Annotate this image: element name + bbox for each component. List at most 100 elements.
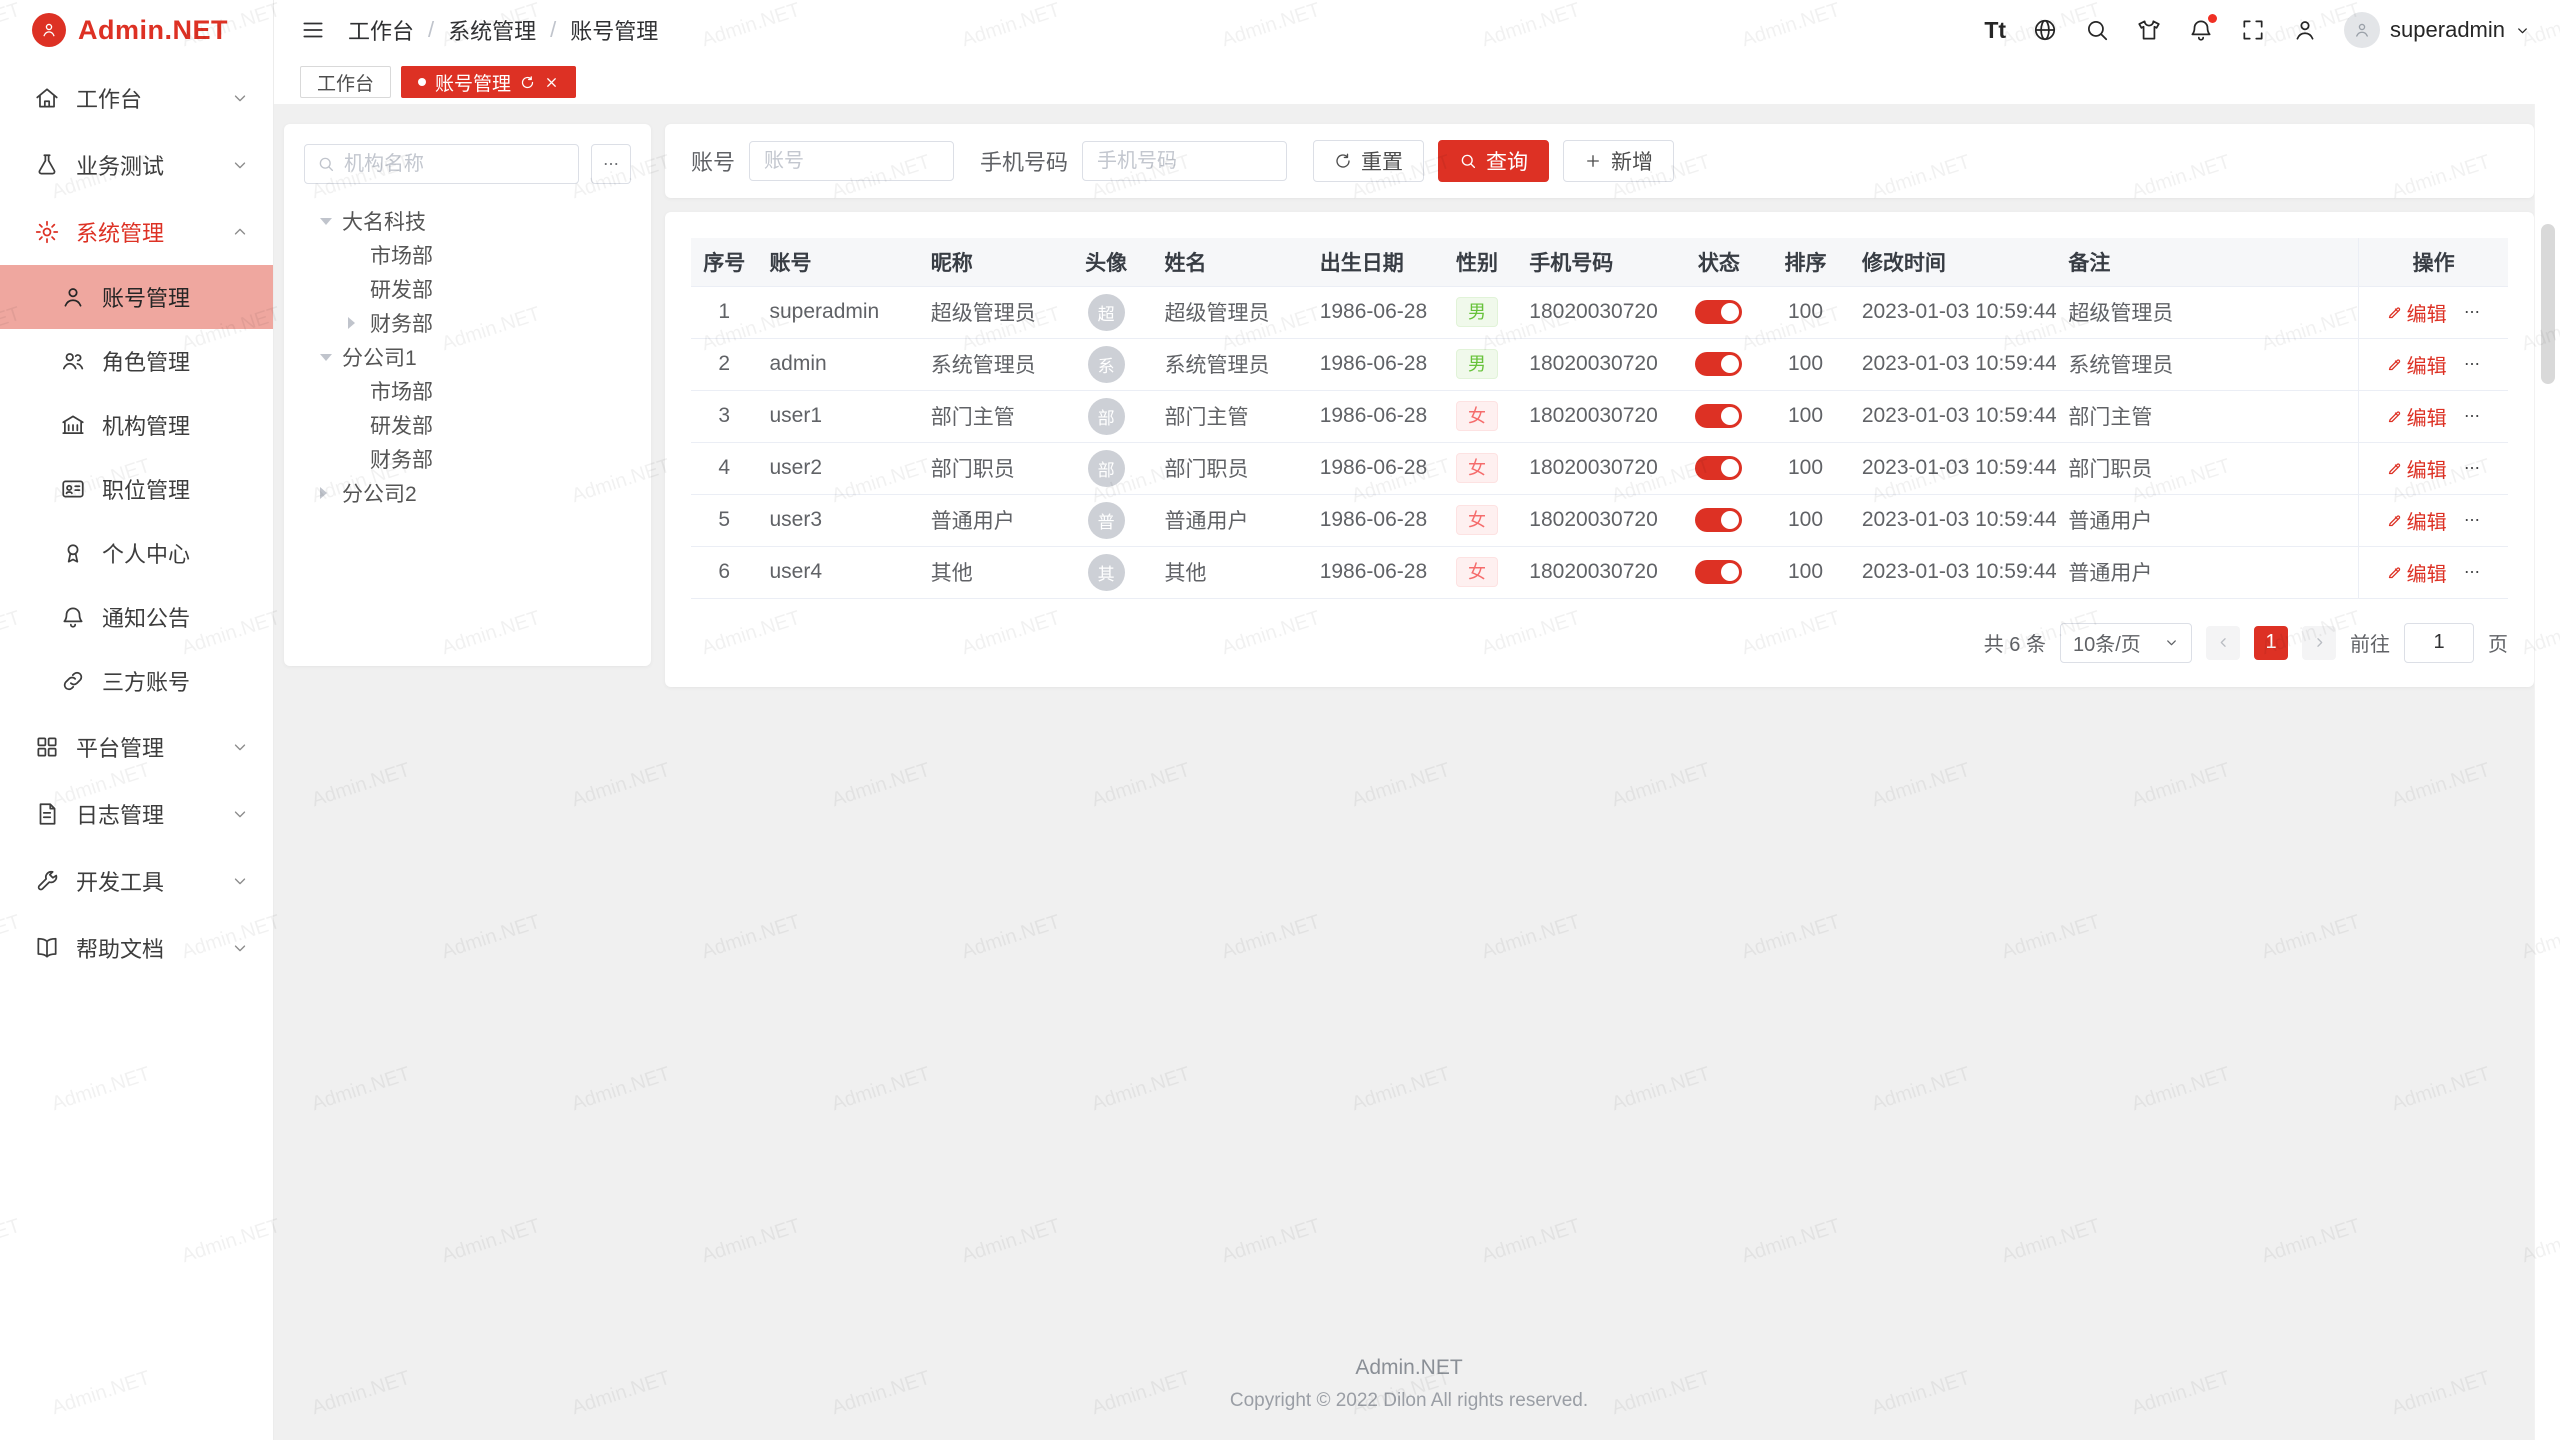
search-icon[interactable]	[2084, 17, 2110, 43]
add-button[interactable]: 新增	[1563, 140, 1674, 182]
sidebar-item-platform-mgmt[interactable]: 平台管理	[0, 713, 273, 780]
org-search-field[interactable]	[304, 144, 579, 184]
notification-icon[interactable]	[2188, 17, 2214, 43]
tree-node[interactable]: 研发部	[304, 272, 631, 306]
status-toggle[interactable]	[1695, 508, 1742, 532]
tab-label: 工作台	[317, 69, 374, 96]
account-input[interactable]	[749, 141, 954, 181]
prev-page-button[interactable]	[2206, 626, 2240, 660]
tree-node[interactable]: 分公司2	[304, 476, 631, 510]
col-status: 状态	[1677, 238, 1762, 286]
sidebar-item-role-mgmt[interactable]: 角色管理	[0, 329, 273, 393]
sidebar-item-label: 角色管理	[102, 345, 190, 377]
sidebar-item-system-mgmt[interactable]: 系统管理	[0, 198, 273, 265]
accounts-table: 序号 账号 昵称 头像 姓名 出生日期 性别 手机号码 状态 排序 修改时间	[691, 238, 2508, 599]
sidebar-item-label: 账号管理	[102, 281, 190, 313]
edit-button[interactable]: 编辑	[2387, 558, 2447, 587]
sidebar-item-notice[interactable]: 通知公告	[0, 585, 273, 649]
tree-node[interactable]: 财务部	[304, 306, 631, 340]
page-1-button[interactable]: 1	[2254, 626, 2288, 660]
org-search-input[interactable]	[344, 153, 566, 176]
user-menu[interactable]: superadmin	[2344, 12, 2530, 48]
status-toggle[interactable]	[1695, 560, 1742, 584]
tree-node-label: 市场部	[370, 376, 433, 406]
caret-right-icon[interactable]	[348, 317, 370, 329]
query-button[interactable]: 查询	[1438, 140, 1549, 182]
tree-node[interactable]: 大名科技	[304, 204, 631, 238]
edit-button[interactable]: 编辑	[2387, 298, 2447, 327]
sidebar-item-log-mgmt[interactable]: 日志管理	[0, 780, 273, 847]
status-toggle[interactable]	[1695, 404, 1742, 428]
user-icon	[60, 284, 86, 310]
tree-node[interactable]: 研发部	[304, 408, 631, 442]
avatar: 普	[1088, 502, 1125, 539]
sidebar-item-org-mgmt[interactable]: 机构管理	[0, 393, 273, 457]
edit-button[interactable]: 编辑	[2387, 350, 2447, 379]
org-tree: 大名科技 市场部 研发部 财务部 分公司1 市场部 研发部 财务部 分公司2	[304, 204, 631, 510]
reset-button[interactable]: 重置	[1313, 140, 1424, 182]
caret-right-icon[interactable]	[320, 487, 342, 499]
tree-node[interactable]: 财务部	[304, 442, 631, 476]
breadcrumb-item[interactable]: 工作台	[348, 14, 414, 46]
book-icon	[34, 935, 60, 961]
sidebar-item-personal-center[interactable]: 个人中心	[0, 521, 273, 585]
avatar: 部	[1088, 450, 1125, 487]
sidebar-item-label: 帮助文档	[76, 932, 164, 964]
sidebar-item-workbench[interactable]: 工作台	[0, 64, 273, 131]
row-more-button[interactable]	[2463, 511, 2481, 529]
profile-icon[interactable]	[2292, 17, 2318, 43]
globe-icon[interactable]	[2032, 17, 2058, 43]
page-size-select[interactable]: 10条/页	[2060, 623, 2192, 663]
edit-icon	[2387, 461, 2402, 476]
tree-node-label: 财务部	[370, 308, 433, 338]
font-size-icon[interactable]: Tt	[1984, 17, 2006, 44]
col-order: 排序	[1761, 238, 1850, 286]
tree-node[interactable]: 市场部	[304, 238, 631, 272]
edit-button[interactable]: 编辑	[2387, 454, 2447, 483]
tree-node[interactable]: 市场部	[304, 374, 631, 408]
refresh-icon[interactable]	[520, 75, 535, 90]
row-more-button[interactable]	[2463, 355, 2481, 373]
sidebar-item-help-docs[interactable]: 帮助文档	[0, 914, 273, 981]
sidebar-item-business-test[interactable]: 业务测试	[0, 131, 273, 198]
tab-workbench[interactable]: 工作台	[300, 66, 391, 98]
menu-collapse-icon[interactable]	[300, 17, 326, 43]
status-toggle[interactable]	[1695, 300, 1742, 324]
edit-button[interactable]: 编辑	[2387, 506, 2447, 535]
row-more-button[interactable]	[2463, 459, 2481, 477]
app-logo: Admin.NET	[0, 0, 273, 60]
theme-skin-icon[interactable]	[2136, 17, 2162, 43]
footer-title: Admin.NET	[284, 1356, 2534, 1380]
status-toggle[interactable]	[1695, 456, 1742, 480]
caret-down-icon[interactable]	[320, 354, 342, 361]
row-more-button[interactable]	[2463, 407, 2481, 425]
avatar: 部	[1088, 398, 1125, 435]
phone-input[interactable]	[1082, 141, 1287, 181]
sidebar-item-dev-tools[interactable]: 开发工具	[0, 847, 273, 914]
col-birth: 出生日期	[1308, 238, 1437, 286]
edit-button[interactable]: 编辑	[2387, 402, 2447, 431]
sidebar-item-position-mgmt[interactable]: 职位管理	[0, 457, 273, 521]
fullscreen-icon[interactable]	[2240, 17, 2266, 43]
row-more-button[interactable]	[2463, 563, 2481, 581]
scrollbar-thumb[interactable]	[2541, 224, 2555, 384]
sidebar-item-third-party-account[interactable]: 三方账号	[0, 649, 273, 713]
goto-page-input[interactable]	[2404, 623, 2474, 663]
close-icon[interactable]	[544, 75, 559, 90]
gender-badge: 男	[1456, 349, 1498, 380]
breadcrumb-item[interactable]: 系统管理	[448, 14, 536, 46]
col-phone: 手机号码	[1517, 238, 1676, 286]
org-more-button[interactable]	[591, 144, 631, 184]
caret-down-icon[interactable]	[320, 218, 342, 225]
tab-account-mgmt[interactable]: 账号管理	[401, 66, 576, 98]
sidebar-item-label: 平台管理	[76, 731, 164, 763]
edit-icon	[2387, 357, 2402, 372]
status-toggle[interactable]	[1695, 352, 1742, 376]
next-page-button[interactable]	[2302, 626, 2336, 660]
scrollbar[interactable]	[2534, 104, 2560, 1440]
table-row: 4 user2 部门职员 部 部门职员 1986-06-28 女 1802003…	[691, 442, 2508, 494]
row-more-button[interactable]	[2463, 303, 2481, 321]
id-card-icon	[60, 476, 86, 502]
tree-node[interactable]: 分公司1	[304, 340, 631, 374]
sidebar-item-account-mgmt[interactable]: 账号管理	[0, 265, 273, 329]
